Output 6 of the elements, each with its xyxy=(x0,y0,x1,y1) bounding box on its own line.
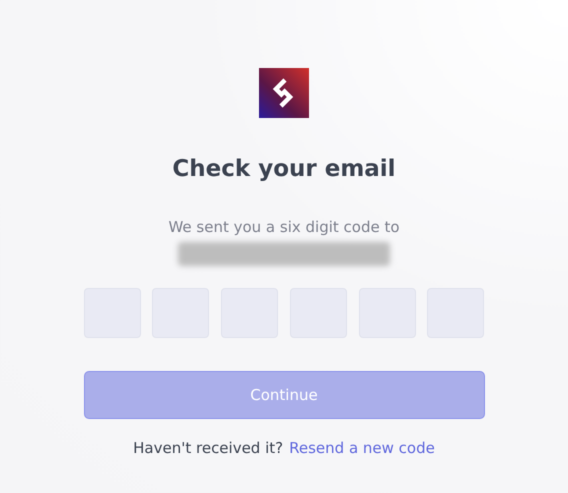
code-input-field[interactable] xyxy=(427,288,484,338)
resend-link[interactable]: Resend a new code xyxy=(289,439,435,457)
message: We sent you a six digit code to xyxy=(168,218,400,236)
logo-icon xyxy=(259,68,309,118)
title: Check your email xyxy=(172,156,396,182)
footer-text: Haven't received it? xyxy=(133,439,284,457)
